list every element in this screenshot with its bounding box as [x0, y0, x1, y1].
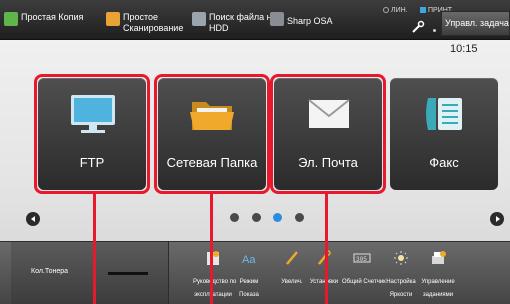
- page-dot[interactable]: [295, 213, 304, 222]
- scan-icon: [106, 12, 120, 26]
- next-page-button[interactable]: [490, 212, 504, 226]
- display-mode-button[interactable]: Aa Режим Показа: [229, 250, 269, 302]
- hdd-search-icon: [192, 12, 206, 26]
- settings-button[interactable]: Установки: [304, 250, 344, 289]
- highlight-frame: [154, 74, 270, 194]
- job-control-icon: [432, 251, 446, 264]
- book-icon: [207, 251, 219, 265]
- counter-icon: 305: [353, 253, 371, 263]
- callout-line: [93, 194, 96, 304]
- operation-guide-button[interactable]: Руководство по эксплуатации: [193, 250, 237, 302]
- print-status-icon: [420, 7, 426, 14]
- function-label: Режим Показа: [239, 279, 259, 298]
- shortcut-label: Поиск файла на HDD: [209, 12, 277, 33]
- shortcut-label: Простая Копия: [21, 12, 84, 22]
- total-count-button[interactable]: 305 Общий Счетчик: [342, 250, 386, 289]
- tile-fax[interactable]: Факс: [390, 78, 498, 190]
- shortcut-sharp-osa[interactable]: Sharp OSA: [270, 6, 333, 36]
- clock: 10:15: [450, 43, 478, 55]
- bottom-bar: Кол.Тонера Руководство по эксплуатации Aa…: [0, 241, 510, 304]
- line-status-icon: [383, 7, 389, 14]
- shortcut-simple-scan[interactable]: Простое Сканирование: [106, 6, 187, 36]
- function-label: Руководство по эксплуатации: [193, 279, 237, 298]
- home-screen: Простая Копия Простое Сканирование Поиск…: [0, 0, 510, 304]
- previous-page-button[interactable]: [26, 212, 40, 226]
- brightness-icon: [394, 251, 408, 265]
- highlight-frame: [34, 74, 150, 194]
- callout-line: [325, 194, 328, 304]
- highlight-frame: [270, 74, 386, 194]
- shortcut-label: Простое Сканирование: [123, 12, 184, 33]
- line-status: ЛИН.: [383, 7, 408, 14]
- svg-text:Aa: Aa: [242, 254, 256, 266]
- page-dot[interactable]: [252, 213, 261, 222]
- tile-label: Факс: [429, 155, 459, 170]
- svg-text:305: 305: [356, 256, 367, 263]
- toner-label: Кол.Тонера: [31, 268, 69, 275]
- function-label: Общий Счетчик: [342, 279, 386, 285]
- display-mode-icon: Aa: [242, 254, 256, 266]
- copy-icon: [4, 12, 18, 26]
- wrench-icon: [318, 250, 331, 265]
- toner-level-bar: [108, 272, 148, 275]
- callout-line: [210, 194, 213, 304]
- osa-icon: [270, 12, 284, 26]
- function-label: Настройка Яркости: [386, 279, 416, 298]
- zoom-icon: [286, 251, 298, 265]
- job-control-button[interactable]: Управление заданиями: [418, 250, 458, 302]
- shortcut-hdd-search[interactable]: Поиск файла на HDD: [192, 6, 279, 36]
- shortcut-simple-copy[interactable]: Простая Копия: [4, 6, 83, 36]
- shortcut-label: Sharp OSA: [287, 16, 333, 26]
- function-label: Управление заданиями: [421, 279, 455, 298]
- dot-icon: [433, 29, 436, 32]
- job-status-button[interactable]: Управл. задачами: [441, 11, 510, 36]
- top-bar: Простая Копия Простое Сканирование Поиск…: [0, 0, 510, 40]
- tools-icon[interactable]: [411, 20, 425, 34]
- page-dot-active[interactable]: [273, 213, 282, 222]
- fax-icon: [426, 98, 462, 130]
- page-dot[interactable]: [230, 213, 239, 222]
- function-label: Установки: [309, 279, 339, 285]
- brightness-button[interactable]: Настройка Яркости: [381, 250, 421, 302]
- toner-level-panel[interactable]: Кол.Тонера: [11, 242, 169, 304]
